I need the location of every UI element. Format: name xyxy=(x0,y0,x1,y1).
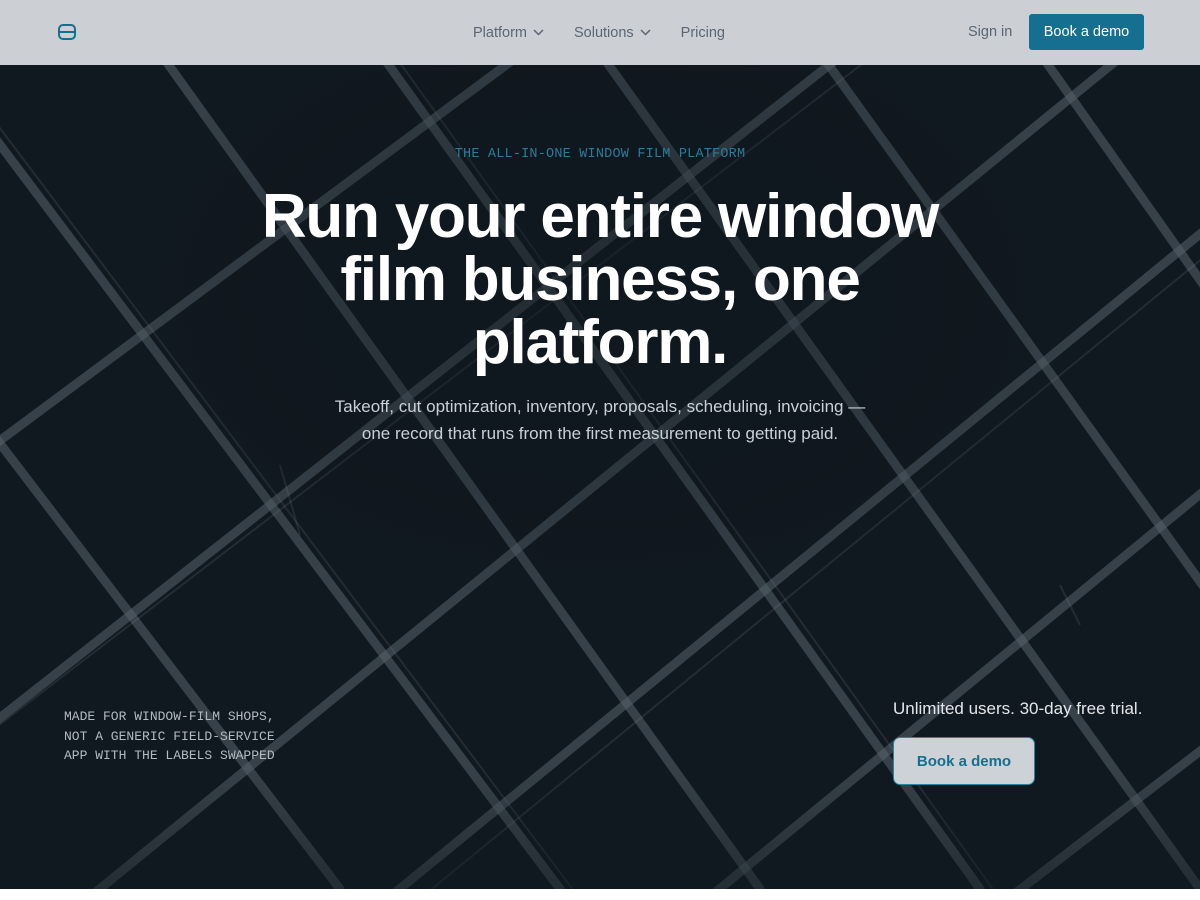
hero-tagline: MADE FOR WINDOW-FILM SHOPS, NOT A GENERI… xyxy=(64,709,275,764)
chevron-down-icon xyxy=(640,29,651,36)
landing-page: Platform Solutions Pricing Sign in Book … xyxy=(0,0,1200,900)
hero-book-demo-button[interactable]: Book a demo xyxy=(893,737,1035,785)
book-demo-button[interactable]: Book a demo xyxy=(1029,14,1144,50)
top-navbar: Platform Solutions Pricing Sign in Book … xyxy=(0,0,1200,65)
nav-platform-label: Platform xyxy=(473,24,527,41)
cylinder-logo-icon[interactable] xyxy=(56,21,78,43)
nav-pricing[interactable]: Pricing xyxy=(666,19,740,47)
nav-platform[interactable]: Platform xyxy=(458,19,559,47)
nav-solutions[interactable]: Solutions xyxy=(559,19,666,47)
nav-pricing-label: Pricing xyxy=(680,24,725,41)
chevron-down-icon xyxy=(533,29,544,36)
hero-subtext: Takeoff, cut optimization, inventory, pr… xyxy=(334,397,866,443)
hero-section: THE ALL-IN-ONE WINDOW FILM PLATFORM Run … xyxy=(0,65,1200,889)
nav-solutions-label: Solutions xyxy=(574,24,634,41)
trial-info: Unlimited users. 30-day free trial. xyxy=(893,699,1143,718)
hero-eyebrow: THE ALL-IN-ONE WINDOW FILM PLATFORM xyxy=(454,147,746,162)
sign-in-link[interactable]: Sign in xyxy=(956,22,1024,42)
primary-nav: Platform Solutions Pricing xyxy=(458,0,740,65)
hero-headline: Run your entire window film business, on… xyxy=(261,182,939,377)
